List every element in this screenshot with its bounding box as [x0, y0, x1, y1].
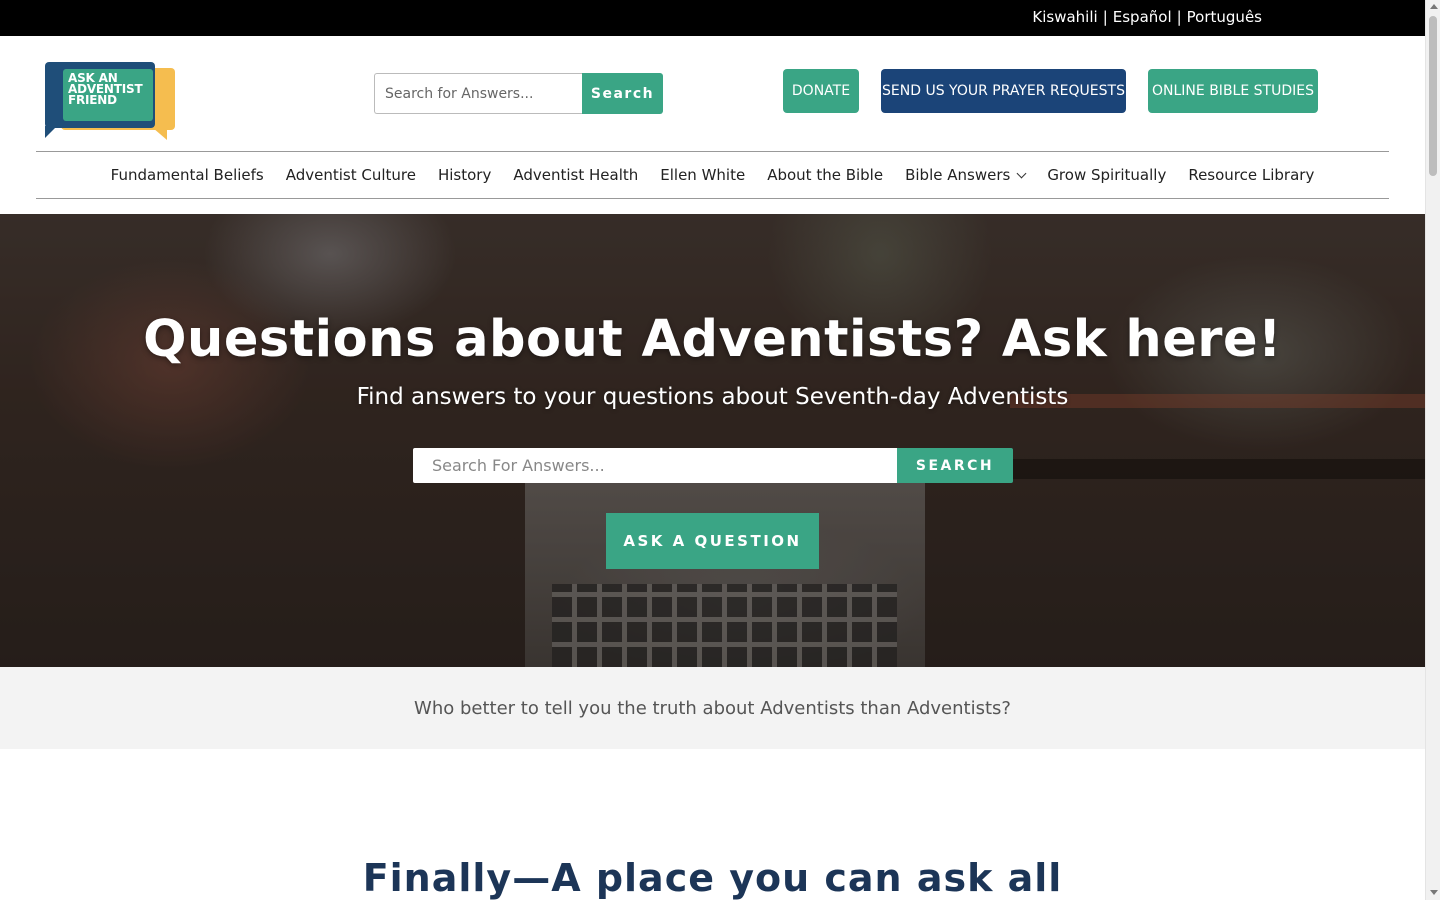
nav-item-adventist-culture[interactable]: Adventist Culture	[286, 166, 416, 184]
nav-item-label: Adventist Culture	[285, 166, 416, 184]
logo-front-tail	[45, 126, 57, 138]
hero-section: Questions about Adventists? Ask here! Fi…	[0, 214, 1425, 667]
nav-item-label: Adventist Health	[513, 166, 639, 184]
header-search: Search	[374, 73, 663, 114]
hero-overlay	[0, 214, 1425, 667]
nav-item-fundamental-beliefs[interactable]: Fundamental Beliefs	[111, 166, 264, 184]
chevron-down-icon	[1016, 168, 1027, 178]
tagline-text: Who better to tell you the truth about A…	[414, 697, 1011, 719]
nav-item-grow-spiritually[interactable]: Grow Spiritually	[1047, 166, 1166, 184]
nav-item-label: Ellen White	[660, 166, 746, 184]
nav-item-resource-library[interactable]: Resource Library	[1188, 166, 1314, 184]
prayer-requests-button[interactable]: SEND US YOUR PRAYER REQUESTS	[881, 69, 1126, 113]
lang-link-kiswahili[interactable]: Kiswahili	[1032, 8, 1097, 26]
page: Kiswahili | Español | Português ASK AN ADVEN…	[0, 0, 1425, 900]
scrollbar-thumb[interactable]	[1429, 16, 1437, 176]
nav-item-label: History	[437, 166, 492, 184]
section-title: Finally—A place you can ask all	[362, 856, 1063, 900]
language-links: Kiswahili | Español | Português	[1032, 8, 1262, 26]
nav-item-label: Fundamental Beliefs	[110, 166, 264, 184]
nav-item-ellen-white[interactable]: Ellen White	[660, 166, 745, 184]
tagline-strip: Who better to tell you the truth about A…	[0, 667, 1425, 749]
lang-separator: |	[1102, 8, 1108, 26]
hero-subtitle: Find answers to your questions about Sev…	[356, 384, 1069, 410]
lang-link-espanol[interactable]: Español	[1113, 8, 1172, 26]
nav-item-label: Bible Answers	[905, 166, 1011, 184]
header-search-input[interactable]	[374, 73, 582, 114]
header-search-button[interactable]: Search	[582, 73, 663, 114]
nav-item-bible-answers[interactable]: Bible Answers	[905, 166, 1027, 184]
hero-search-button[interactable]: SEARCH	[897, 448, 1013, 483]
scroll-down-arrow-icon[interactable]	[1430, 890, 1438, 895]
page-scrollbar[interactable]	[1425, 0, 1440, 900]
language-bar: Kiswahili | Español | Português	[0, 0, 1425, 36]
donate-button[interactable]: DONATE	[783, 69, 859, 113]
lang-separator: |	[1176, 8, 1182, 26]
nav-item-history[interactable]: History	[438, 166, 491, 184]
hero-search-input[interactable]	[413, 448, 897, 483]
nav-item-adventist-health[interactable]: Adventist Health	[513, 166, 638, 184]
nav-item-label: About the Bible	[767, 166, 884, 184]
logo-back-tail	[153, 128, 167, 140]
lang-link-portugues[interactable]: Português	[1187, 8, 1262, 26]
hero-search: SEARCH	[413, 448, 1013, 483]
nav-item-label: Resource Library	[1188, 166, 1315, 184]
logo-line: FRIEND	[68, 93, 117, 107]
logo-text: ASK AN ADVENTIST FRIEND	[68, 72, 143, 107]
site-header: ASK AN ADVENTIST FRIEND Search DONATE SE…	[0, 36, 1425, 214]
nav-item-about-the-bible[interactable]: About the Bible	[767, 166, 883, 184]
ask-question-button[interactable]: ASK A QUESTION	[606, 513, 819, 569]
main-nav: Fundamental Beliefs Adventist Culture Hi…	[36, 151, 1389, 199]
hero-title: Questions about Adventists? Ask here!	[143, 310, 1282, 369]
scroll-up-arrow-icon[interactable]	[1430, 4, 1438, 9]
site-logo[interactable]: ASK AN ADVENTIST FRIEND	[45, 62, 177, 140]
nav-item-label: Grow Spiritually	[1047, 166, 1167, 184]
bible-studies-button[interactable]: ONLINE BIBLE STUDIES	[1148, 69, 1318, 113]
